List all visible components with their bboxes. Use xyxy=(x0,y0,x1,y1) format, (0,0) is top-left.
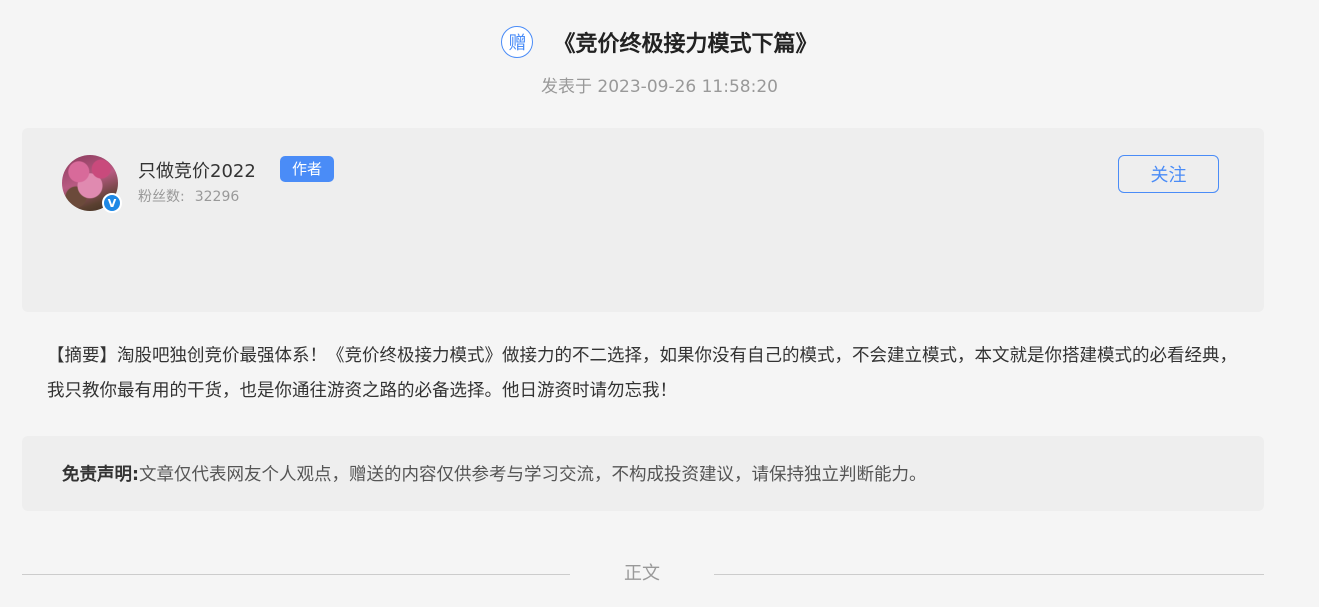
disclaimer-content: 免责声明:文章仅代表网友个人观点，赠送的内容仅供参考与学习交流，不构成投资建议，… xyxy=(62,461,927,486)
body-divider: 正文 xyxy=(22,560,1264,588)
avatar[interactable]: V xyxy=(62,155,122,213)
disclaimer-text: 文章仅代表网友个人观点，赠送的内容仅供参考与学习交流，不构成投资建议，请保持独立… xyxy=(139,465,927,485)
fans-label: 粉丝数: xyxy=(138,189,185,205)
disclaimer-box: 免责声明:文章仅代表网友个人观点，赠送的内容仅供参考与学习交流，不构成投资建议，… xyxy=(22,436,1264,511)
fans-count: 32296 xyxy=(194,189,240,205)
gift-badge-icon: 赠 xyxy=(501,26,534,58)
divider-line-left xyxy=(22,574,570,575)
title-row: 赠 《竞价终极接力模式下篇》 xyxy=(0,26,1319,58)
article-page: 赠 《竞价终极接力模式下篇》 发表于 2023-09-26 11:58:20 V… xyxy=(0,0,1319,607)
author-name[interactable]: 只做竞价2022 xyxy=(138,157,256,183)
article-summary: 【摘要】淘股吧独创竞价最强体系！《竞价终极接力模式》做接力的不二选择，如果你没有… xyxy=(47,346,1237,401)
author-card: V 只做竞价2022 作者 粉丝数: 32296 关注 xyxy=(22,128,1264,312)
article-title: 《竞价终极接力模式下篇》 xyxy=(553,32,818,57)
follow-button[interactable]: 关注 xyxy=(1118,155,1219,193)
publish-time: 发表于 2023-09-26 11:58:20 xyxy=(541,77,778,97)
fans-row: 粉丝数: 32296 xyxy=(138,186,239,206)
disclaimer-label: 免责声明: xyxy=(62,465,139,485)
divider-line-right xyxy=(714,574,1264,575)
divider-label: 正文 xyxy=(624,563,660,584)
author-tag-badge: 作者 xyxy=(280,156,335,182)
verified-icon: V xyxy=(102,193,122,213)
